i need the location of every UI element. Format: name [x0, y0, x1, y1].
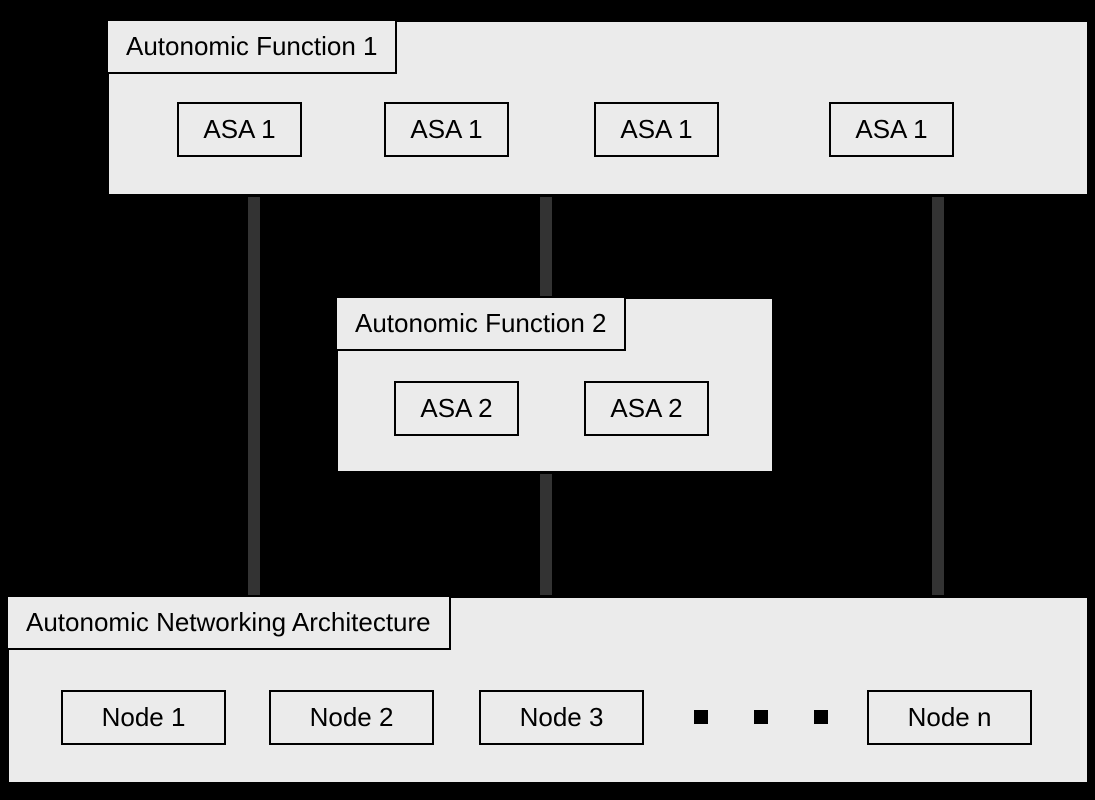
ellipsis-dot	[814, 710, 828, 724]
cell-node-3: Node 3	[479, 690, 644, 745]
cell-label: ASA 1	[855, 114, 927, 145]
cell-asa1-3: ASA 1	[594, 102, 719, 157]
cell-label: Node 2	[310, 702, 394, 733]
panel-autonomic-function-2: Autonomic Function 2 ASA 2 ASA 2	[335, 296, 775, 474]
cell-label: Node 3	[520, 702, 604, 733]
connector-right	[932, 190, 944, 610]
cell-label: ASA 1	[203, 114, 275, 145]
cell-label: Node n	[908, 702, 992, 733]
cell-asa2-2: ASA 2	[584, 381, 709, 436]
cell-asa1-2: ASA 1	[384, 102, 509, 157]
title-autonomic-function-1: Autonomic Function 1	[106, 19, 397, 74]
cell-label: ASA 1	[620, 114, 692, 145]
cell-node-1: Node 1	[61, 690, 226, 745]
panel-architecture: Autonomic Networking Architecture Node 1…	[6, 595, 1090, 785]
cell-label: Node 1	[102, 702, 186, 733]
cell-node-n: Node n	[867, 690, 1032, 745]
ellipsis-dot	[754, 710, 768, 724]
cell-label: ASA 2	[420, 393, 492, 424]
cell-label: ASA 1	[410, 114, 482, 145]
cell-label: ASA 2	[610, 393, 682, 424]
ellipsis-dot	[694, 710, 708, 724]
cell-asa1-4: ASA 1	[829, 102, 954, 157]
title-autonomic-function-2: Autonomic Function 2	[335, 296, 626, 351]
connector-left	[248, 190, 260, 610]
cell-node-2: Node 2	[269, 690, 434, 745]
cell-asa2-1: ASA 2	[394, 381, 519, 436]
title-label: Autonomic Networking Architecture	[26, 607, 431, 637]
title-label: Autonomic Function 1	[126, 31, 377, 61]
title-label: Autonomic Function 2	[355, 308, 606, 338]
panel-autonomic-function-1: Autonomic Function 1 ASA 1 ASA 1 ASA 1 A…	[106, 19, 1090, 197]
cell-asa1-1: ASA 1	[177, 102, 302, 157]
title-architecture: Autonomic Networking Architecture	[6, 595, 451, 650]
